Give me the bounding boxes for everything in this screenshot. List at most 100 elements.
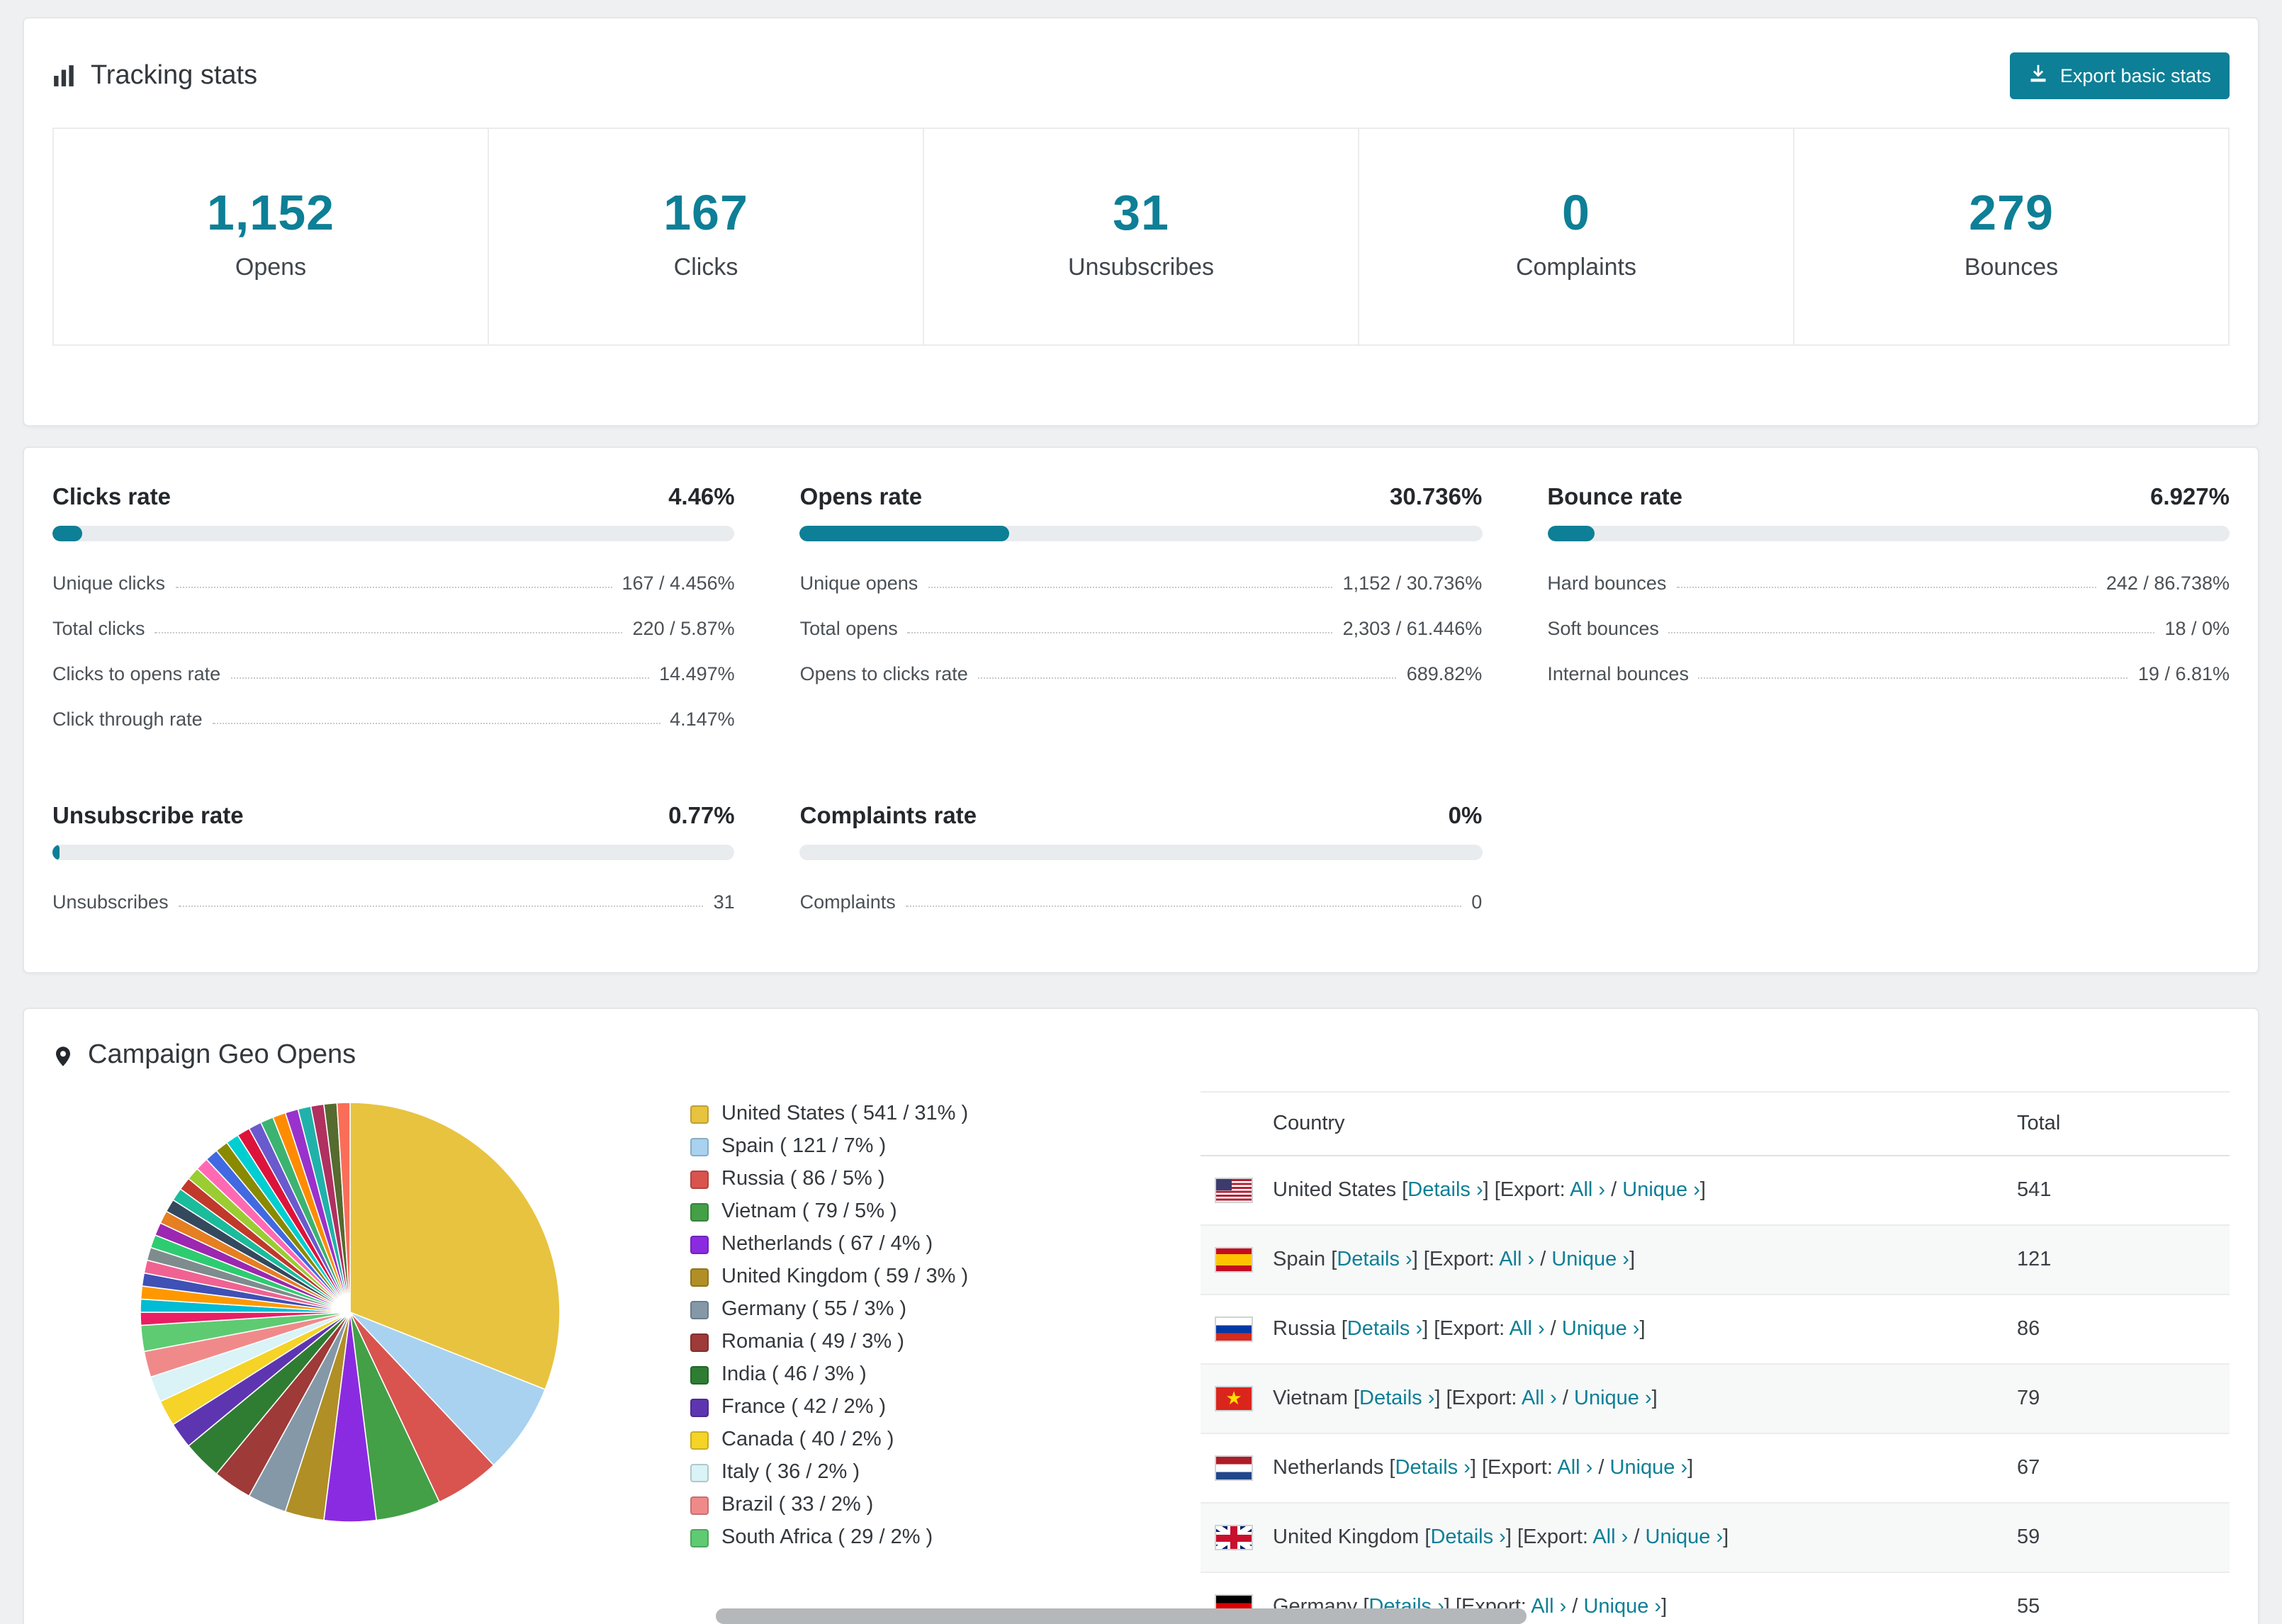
legend-item-france: France ( 42 / 2% ) bbox=[690, 1396, 1144, 1419]
rates-grid: Clicks rate 4.46% Unique clicks 167 / 4.456… bbox=[52, 485, 2230, 924]
progress-fill bbox=[52, 526, 83, 541]
dotted-leader bbox=[1698, 677, 2128, 678]
metric-label: Complaints bbox=[799, 891, 896, 912]
export-unique-link[interactable]: Unique › bbox=[1562, 1318, 1640, 1341]
details-link[interactable]: Details › bbox=[1359, 1387, 1434, 1410]
horizontal-scrollbar-thumb[interactable] bbox=[716, 1608, 1527, 1624]
stat-value: 0 bbox=[1562, 186, 1590, 241]
stat-label: Bounces bbox=[1964, 254, 2059, 281]
country-name: Netherlands bbox=[1273, 1457, 1384, 1479]
export-all-link[interactable]: All › bbox=[1522, 1387, 1557, 1410]
export-unique-link[interactable]: Unique › bbox=[1646, 1526, 1724, 1549]
legend-label: United States ( 541 / 31% ) bbox=[721, 1103, 969, 1125]
legend-label: Canada ( 40 / 2% ) bbox=[721, 1428, 894, 1451]
legend-item-india: India ( 46 / 3% ) bbox=[690, 1363, 1144, 1386]
metric-label: Opens to clicks rate bbox=[799, 662, 968, 684]
page: Tracking stats Export basic stats 1,152 O… bbox=[0, 0, 2282, 1624]
geo-pie-chart bbox=[137, 1100, 563, 1532]
rate-value: 0.77% bbox=[668, 803, 735, 829]
metric-label: Clicks to opens rate bbox=[52, 662, 221, 684]
details-link[interactable]: Details › bbox=[1430, 1526, 1505, 1549]
export-icon bbox=[2029, 64, 2049, 88]
metric-row: Total opens 2,303 / 61.446% bbox=[800, 605, 1483, 650]
legend-item-spain: Spain ( 121 / 7% ) bbox=[690, 1135, 1144, 1158]
legend-label: Spain ( 121 / 7% ) bbox=[721, 1135, 887, 1158]
progress-track bbox=[799, 526, 1483, 541]
rate-head: Bounce rate 6.927% bbox=[1547, 485, 2230, 512]
stat-bounces: 279 Bounces bbox=[1793, 129, 2228, 344]
export-all-link[interactable]: All › bbox=[1570, 1179, 1605, 1202]
export-all-link[interactable]: All › bbox=[1557, 1457, 1592, 1479]
progress-fill bbox=[52, 845, 60, 860]
legend-item-united-kingdom: United Kingdom ( 59 / 3% ) bbox=[690, 1265, 1144, 1288]
export-unique-link[interactable]: Unique › bbox=[1583, 1596, 1661, 1618]
legend-label: Romania ( 49 / 3% ) bbox=[721, 1331, 904, 1353]
dotted-leader bbox=[907, 631, 1333, 633]
stat-label: Opens bbox=[235, 254, 307, 281]
stat-value: 1,152 bbox=[206, 186, 335, 241]
table-row-russia: Russia [Details ›] [Export: All › / Uniq… bbox=[1201, 1295, 2230, 1365]
details-link[interactable]: Details › bbox=[1407, 1179, 1483, 1202]
country-name: United States bbox=[1273, 1179, 1397, 1202]
metric-value: 220 / 5.87% bbox=[632, 617, 735, 638]
export-all-link[interactable]: All › bbox=[1531, 1596, 1566, 1618]
geo-header: Campaign Geo Opens bbox=[52, 1040, 2230, 1071]
metric-row: Soft bounces 18 / 0% bbox=[1547, 605, 2230, 650]
legend-item-netherlands: Netherlands ( 67 / 4% ) bbox=[690, 1233, 1144, 1256]
metric-label: Unique clicks bbox=[52, 572, 166, 593]
metric-row: Total clicks 220 / 5.87% bbox=[52, 605, 735, 650]
export-unique-link[interactable]: Unique › bbox=[1610, 1457, 1688, 1479]
es-flag-icon bbox=[1215, 1247, 1253, 1273]
metric-label: Hard bounces bbox=[1547, 572, 1667, 593]
stat-value: 167 bbox=[663, 186, 748, 241]
metric-value: 31 bbox=[713, 891, 735, 912]
vn-flag-icon bbox=[1215, 1386, 1253, 1411]
country-name: United Kingdom bbox=[1273, 1526, 1420, 1549]
metric-value: 4.147% bbox=[670, 708, 735, 729]
export-all-link[interactable]: All › bbox=[1499, 1248, 1534, 1271]
tracking-stats-title: Tracking stats bbox=[91, 60, 258, 90]
legend-label: Russia ( 86 / 5% ) bbox=[721, 1168, 885, 1190]
progress-track bbox=[1547, 526, 2230, 541]
legend-label: South Africa ( 29 / 2% ) bbox=[721, 1526, 933, 1549]
legend-label: Netherlands ( 67 / 4% ) bbox=[721, 1233, 933, 1256]
country-total: 79 bbox=[2017, 1387, 2040, 1410]
export-unique-link[interactable]: Unique › bbox=[1574, 1387, 1652, 1410]
legend-swatch bbox=[690, 1528, 709, 1547]
details-link[interactable]: Details › bbox=[1347, 1318, 1422, 1341]
stat-value: 31 bbox=[1113, 186, 1169, 241]
legend-item-italy: Italy ( 36 / 2% ) bbox=[690, 1461, 1144, 1484]
legend-swatch bbox=[690, 1300, 709, 1319]
rate-value: 30.736% bbox=[1390, 485, 1483, 510]
export-unique-link[interactable]: Unique › bbox=[1622, 1179, 1700, 1202]
metric-value: 2,303 / 61.446% bbox=[1342, 617, 1483, 638]
table-row-united-kingdom: United Kingdom [Details ›] [Export: All … bbox=[1201, 1504, 2230, 1573]
rates-card: Clicks rate 4.46% Unique clicks 167 / 4.456… bbox=[23, 446, 2259, 974]
legend-label: Vietnam ( 79 / 5% ) bbox=[721, 1200, 897, 1223]
export-unique-link[interactable]: Unique › bbox=[1551, 1248, 1629, 1271]
nl-flag-icon bbox=[1215, 1455, 1253, 1481]
dotted-leader bbox=[1668, 631, 2155, 633]
dotted-leader bbox=[154, 631, 623, 633]
legend-label: Italy ( 36 / 2% ) bbox=[721, 1461, 860, 1484]
legend-item-russia: Russia ( 86 / 5% ) bbox=[690, 1168, 1144, 1190]
details-link[interactable]: Details › bbox=[1337, 1248, 1412, 1271]
table-row-netherlands: Netherlands [Details ›] [Export: All › /… bbox=[1201, 1434, 2230, 1504]
table-header-row: Country Total bbox=[1201, 1093, 2230, 1156]
metric-row: Hard bounces 242 / 86.738% bbox=[1547, 560, 2230, 605]
export-basic-stats-button[interactable]: Export basic stats bbox=[2010, 52, 2230, 99]
export-all-link[interactable]: All › bbox=[1592, 1526, 1628, 1549]
metric-label: Total clicks bbox=[52, 617, 145, 638]
metric-label: Click through rate bbox=[52, 708, 203, 729]
metric-value: 19 / 6.81% bbox=[2137, 662, 2230, 684]
details-link[interactable]: Details › bbox=[1395, 1457, 1471, 1479]
metric-value: 14.497% bbox=[659, 662, 735, 684]
metric-label: Internal bounces bbox=[1547, 662, 1689, 684]
rate-block-clicks-rate: Clicks rate 4.46% Unique clicks 167 / 4.456… bbox=[52, 485, 735, 741]
dotted-leader bbox=[212, 722, 661, 723]
legend-item-vietnam: Vietnam ( 79 / 5% ) bbox=[690, 1200, 1144, 1223]
rate-value: 4.46% bbox=[668, 485, 735, 510]
export-all-link[interactable]: All › bbox=[1510, 1318, 1545, 1341]
rate-head: Opens rate 30.736% bbox=[800, 485, 1483, 512]
dotted-leader bbox=[977, 677, 1397, 678]
